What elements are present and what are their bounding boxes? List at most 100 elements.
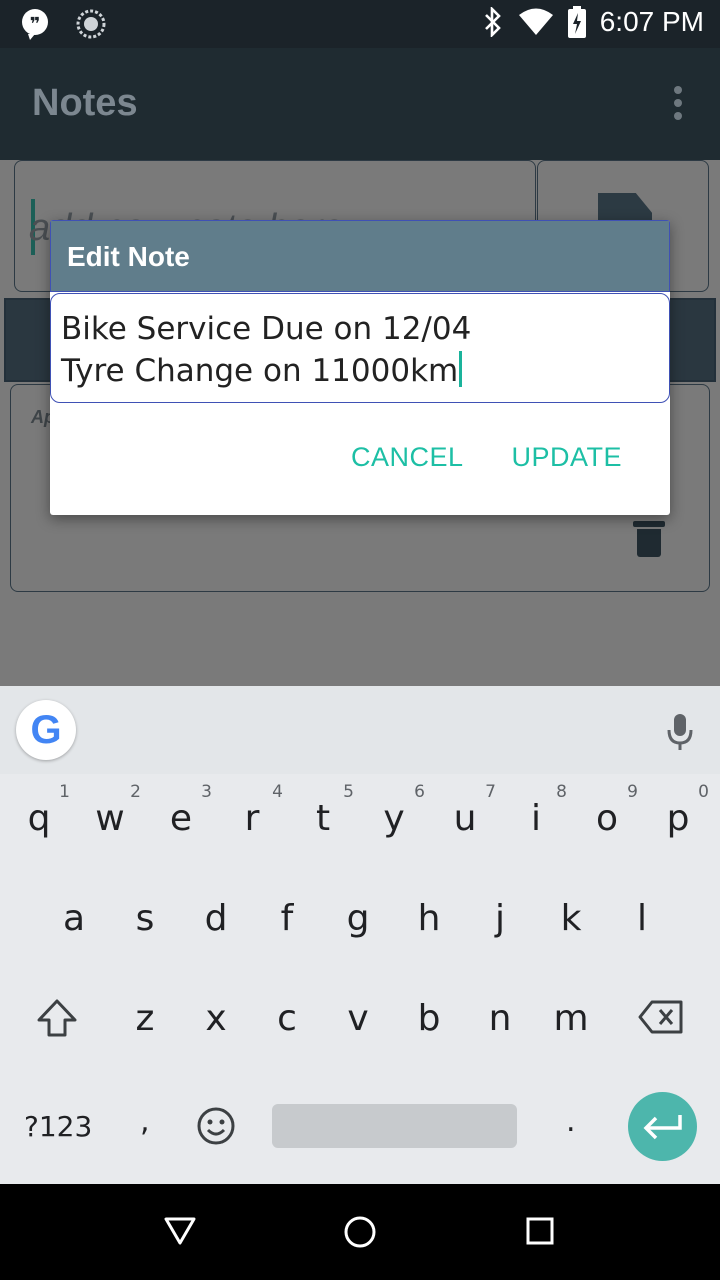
- app-title: Notes: [32, 82, 138, 124]
- emoji-icon[interactable]: [196, 1106, 236, 1146]
- quote-notification-icon: ❞: [22, 9, 48, 40]
- key-label: s: [135, 898, 155, 939]
- key-label: h: [417, 898, 441, 939]
- home-icon[interactable]: [343, 1215, 377, 1249]
- status-time: 6:07 PM: [599, 6, 704, 37]
- key-label: t: [315, 798, 331, 839]
- navigation-bar: [0, 1184, 720, 1280]
- sync-icon: [76, 9, 106, 39]
- status-bar: ❞ 6:07 PM: [0, 0, 720, 48]
- key-n[interactable]: n: [465, 976, 535, 1076]
- enter-icon: [643, 1115, 682, 1140]
- key-number-hint: 4: [272, 782, 283, 802]
- key-label: z: [135, 998, 155, 1039]
- keyboard-suggestion-bar: G: [0, 686, 720, 774]
- key-label: o: [595, 798, 619, 839]
- key-number-hint: 6: [414, 782, 425, 802]
- key-h[interactable]: h: [394, 876, 464, 976]
- dialog-actions: CANCEL UPDATE: [351, 442, 622, 473]
- text-caret: [459, 351, 463, 387]
- update-button[interactable]: UPDATE: [511, 442, 622, 473]
- key-number-hint: 0: [698, 782, 709, 802]
- key-label: g: [346, 898, 370, 939]
- note-edit-field[interactable]: Bike Service Due on 12/04 Tyre Change on …: [50, 293, 670, 403]
- enter-key[interactable]: [628, 1092, 697, 1161]
- key-label: p: [666, 798, 690, 839]
- key-label: e: [169, 798, 193, 839]
- period-key[interactable]: .: [566, 1104, 576, 1139]
- battery-icon: [567, 6, 586, 38]
- key-label: k: [560, 898, 582, 939]
- symbols-key[interactable]: ?123: [24, 1110, 92, 1143]
- note-text-line-1: Bike Service Due on 12/04: [61, 311, 472, 347]
- key-s[interactable]: s: [110, 876, 180, 976]
- wifi-icon: [518, 8, 553, 35]
- backspace-icon[interactable]: [638, 1000, 684, 1034]
- key-u[interactable]: u7: [430, 776, 500, 876]
- keyboard-row-1: q1w2e3r4t5y6u7i8o9p0: [0, 776, 720, 876]
- key-a[interactable]: a: [39, 876, 109, 976]
- key-e[interactable]: e3: [146, 776, 216, 876]
- key-f[interactable]: f: [252, 876, 322, 976]
- key-label: l: [636, 898, 647, 939]
- key-label: f: [280, 898, 294, 939]
- key-w[interactable]: w2: [75, 776, 145, 876]
- recents-icon[interactable]: [526, 1217, 554, 1245]
- key-label: c: [277, 998, 297, 1039]
- key-i[interactable]: i8: [501, 776, 571, 876]
- key-label: b: [417, 998, 441, 1039]
- key-d[interactable]: d: [181, 876, 251, 976]
- edit-note-dialog: Edit Note Bike Service Due on 12/04 Tyre …: [50, 220, 670, 515]
- key-k[interactable]: k: [536, 876, 606, 976]
- key-y[interactable]: y6: [359, 776, 429, 876]
- key-label: m: [553, 998, 589, 1039]
- key-number-hint: 3: [201, 782, 212, 802]
- key-z[interactable]: z: [110, 976, 180, 1076]
- key-number-hint: 1: [59, 782, 70, 802]
- back-icon[interactable]: [163, 1216, 197, 1246]
- key-j[interactable]: j: [465, 876, 535, 976]
- key-g[interactable]: g: [323, 876, 393, 976]
- bluetooth-icon: [484, 7, 501, 37]
- space-key[interactable]: [272, 1104, 517, 1148]
- microphone-icon[interactable]: [666, 712, 694, 752]
- comma-key[interactable]: ,: [140, 1104, 150, 1139]
- key-label: y: [383, 798, 405, 839]
- key-t[interactable]: t5: [288, 776, 358, 876]
- dialog-title: Edit Note: [50, 220, 670, 292]
- key-label: a: [62, 898, 86, 939]
- key-b[interactable]: b: [394, 976, 464, 1076]
- key-label: n: [488, 998, 512, 1039]
- key-label: w: [95, 798, 125, 839]
- key-number-hint: 9: [627, 782, 638, 802]
- key-label: d: [204, 898, 228, 939]
- key-p[interactable]: p0: [643, 776, 713, 876]
- google-search-button[interactable]: G: [16, 700, 76, 760]
- key-l[interactable]: l: [607, 876, 677, 976]
- key-number-hint: 5: [343, 782, 354, 802]
- key-x[interactable]: x: [181, 976, 251, 1076]
- note-text-line-2: Tyre Change on 11000km: [61, 353, 459, 389]
- keyboard-row-3: z x c v b nm: [0, 976, 720, 1076]
- key-label: v: [347, 998, 369, 1039]
- shift-icon[interactable]: [36, 998, 78, 1038]
- key-label: q: [27, 798, 51, 839]
- key-number-hint: 2: [130, 782, 141, 802]
- key-v[interactable]: v: [323, 976, 393, 1076]
- soft-keyboard: G q1w2e3r4t5y6u7i8o9p0 asdfghjkl zxcvbnm…: [0, 686, 720, 1184]
- key-c[interactable]: c: [252, 976, 322, 1076]
- cancel-button[interactable]: CANCEL: [351, 442, 464, 473]
- overflow-menu-icon[interactable]: [674, 86, 684, 122]
- key-label: r: [244, 798, 260, 839]
- key-label: x: [205, 998, 227, 1039]
- key-label: i: [530, 798, 541, 839]
- key-o[interactable]: o9: [572, 776, 642, 876]
- key-label: u: [453, 798, 477, 839]
- key-q[interactable]: q1: [4, 776, 74, 876]
- keyboard-row-2: asdfghjkl: [0, 876, 720, 976]
- key-m[interactable]: m: [536, 976, 606, 1076]
- key-number-hint: 7: [485, 782, 496, 802]
- key-label: j: [494, 898, 505, 939]
- key-r[interactable]: r4: [217, 776, 287, 876]
- svg-text:❞: ❞: [30, 14, 41, 35]
